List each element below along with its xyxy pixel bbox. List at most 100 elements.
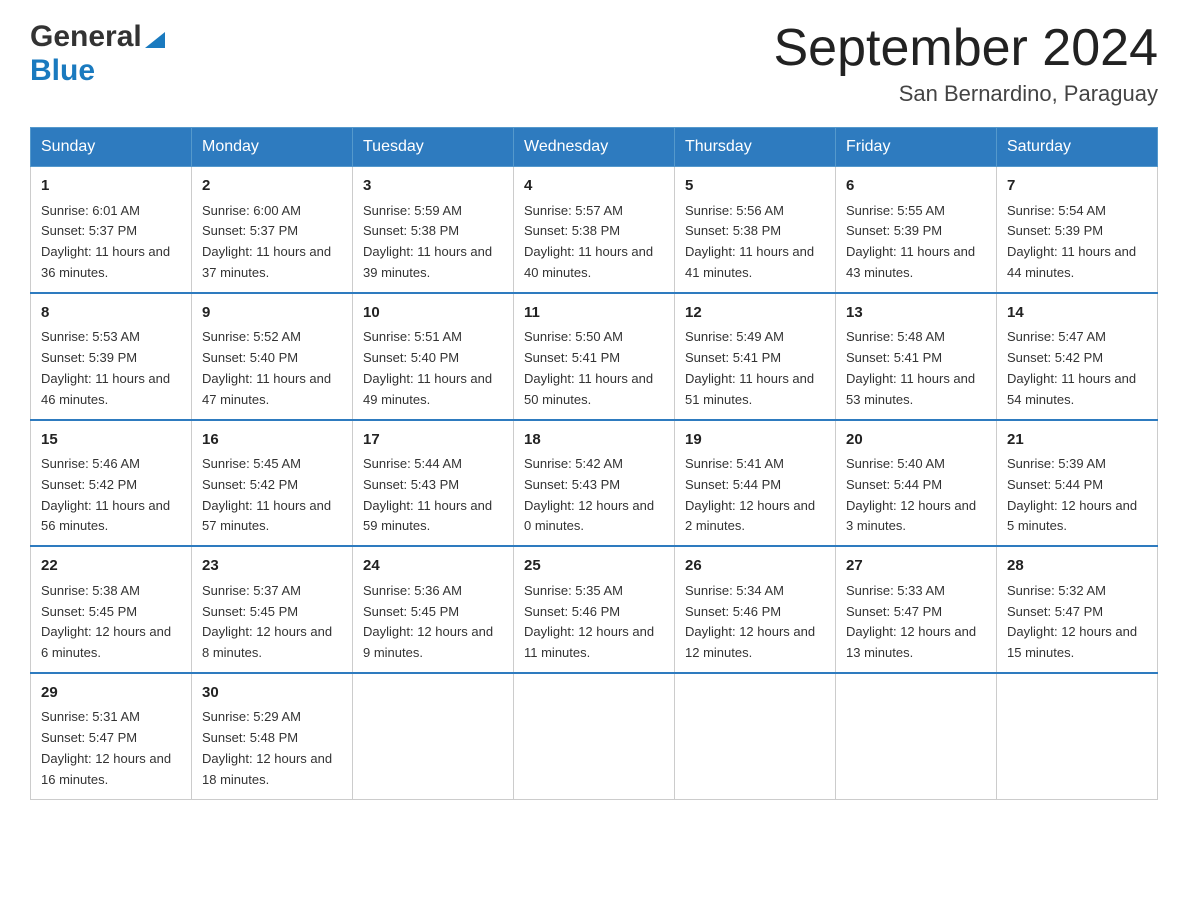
calendar-cell: 13Sunrise: 5:48 AMSunset: 5:41 PMDayligh…: [836, 293, 997, 420]
day-info: Sunrise: 5:48 AMSunset: 5:41 PMDaylight:…: [846, 327, 986, 410]
day-number: 9: [202, 302, 342, 325]
calendar-cell: [514, 673, 675, 799]
day-info: Sunrise: 5:39 AMSunset: 5:44 PMDaylight:…: [1007, 454, 1147, 537]
day-info: Sunrise: 5:59 AMSunset: 5:38 PMDaylight:…: [363, 201, 503, 284]
calendar-cell: 15Sunrise: 5:46 AMSunset: 5:42 PMDayligh…: [31, 420, 192, 547]
day-number: 21: [1007, 429, 1147, 452]
day-number: 10: [363, 302, 503, 325]
day-number: 27: [846, 555, 986, 578]
day-info: Sunrise: 5:32 AMSunset: 5:47 PMDaylight:…: [1007, 581, 1147, 664]
calendar-cell: 28 Sunrise: 5:32 AMSunset: 5:47 PMDayligh…: [997, 546, 1158, 673]
day-info: Sunrise: 5:35 AMSunset: 5:46 PMDaylight:…: [524, 581, 664, 664]
day-info: Sunrise: 5:40 AMSunset: 5:44 PMDaylight:…: [846, 454, 986, 537]
day-info: Sunrise: 5:42 AMSunset: 5:43 PMDaylight:…: [524, 454, 664, 537]
day-number: 28: [1007, 555, 1147, 578]
calendar-cell: [353, 673, 514, 799]
day-info: Sunrise: 6:00 AMSunset: 5:37 PMDaylight:…: [202, 201, 342, 284]
calendar-cell: 30Sunrise: 5:29 AMSunset: 5:48 PMDayligh…: [192, 673, 353, 799]
day-number: 1: [41, 175, 181, 198]
day-info: Sunrise: 5:57 AMSunset: 5:38 PMDaylight:…: [524, 201, 664, 284]
day-info: Sunrise: 5:41 AMSunset: 5:44 PMDaylight:…: [685, 454, 825, 537]
calendar-header-row: SundayMondayTuesdayWednesdayThursdayFrid…: [31, 128, 1158, 167]
calendar-week-row: 1 Sunrise: 6:01 AMSunset: 5:37 PMDaylight…: [31, 167, 1158, 293]
day-number: 16: [202, 429, 342, 452]
day-info: Sunrise: 5:52 AMSunset: 5:40 PMDaylight:…: [202, 327, 342, 410]
day-number: 20: [846, 429, 986, 452]
day-info: Sunrise: 5:55 AMSunset: 5:39 PMDaylight:…: [846, 201, 986, 284]
calendar-cell: 21Sunrise: 5:39 AMSunset: 5:44 PMDayligh…: [997, 420, 1158, 547]
calendar-cell: [997, 673, 1158, 799]
calendar-cell: 1 Sunrise: 6:01 AMSunset: 5:37 PMDaylight…: [31, 167, 192, 293]
calendar-cell: 29Sunrise: 5:31 AMSunset: 5:47 PMDayligh…: [31, 673, 192, 799]
day-number: 7: [1007, 175, 1147, 198]
day-info: Sunrise: 5:34 AMSunset: 5:46 PMDaylight:…: [685, 581, 825, 664]
day-info: Sunrise: 5:31 AMSunset: 5:47 PMDaylight:…: [41, 707, 181, 790]
calendar-cell: 14Sunrise: 5:47 AMSunset: 5:42 PMDayligh…: [997, 293, 1158, 420]
day-number: 5: [685, 175, 825, 198]
location-subtitle: San Bernardino, Paraguay: [774, 81, 1159, 107]
calendar-week-row: 8Sunrise: 5:53 AMSunset: 5:39 PMDaylight…: [31, 293, 1158, 420]
weekday-header-tuesday: Tuesday: [353, 128, 514, 167]
page-header: General Blue September 2024 San Bernardi…: [30, 20, 1158, 107]
day-number: 3: [363, 175, 503, 198]
calendar-cell: 7 Sunrise: 5:54 AMSunset: 5:39 PMDaylight…: [997, 167, 1158, 293]
day-number: 15: [41, 429, 181, 452]
day-number: 4: [524, 175, 664, 198]
day-info: Sunrise: 5:56 AMSunset: 5:38 PMDaylight:…: [685, 201, 825, 284]
calendar-cell: 3 Sunrise: 5:59 AMSunset: 5:38 PMDaylight…: [353, 167, 514, 293]
day-info: Sunrise: 5:37 AMSunset: 5:45 PMDaylight:…: [202, 581, 342, 664]
day-info: Sunrise: 5:36 AMSunset: 5:45 PMDaylight:…: [363, 581, 503, 664]
calendar-cell: 16Sunrise: 5:45 AMSunset: 5:42 PMDayligh…: [192, 420, 353, 547]
day-info: Sunrise: 6:01 AMSunset: 5:37 PMDaylight:…: [41, 201, 181, 284]
calendar-cell: 24 Sunrise: 5:36 AMSunset: 5:45 PMDayligh…: [353, 546, 514, 673]
calendar-cell: 10Sunrise: 5:51 AMSunset: 5:40 PMDayligh…: [353, 293, 514, 420]
calendar-cell: 11Sunrise: 5:50 AMSunset: 5:41 PMDayligh…: [514, 293, 675, 420]
calendar-cell: 17Sunrise: 5:44 AMSunset: 5:43 PMDayligh…: [353, 420, 514, 547]
calendar-cell: [675, 673, 836, 799]
weekday-header-saturday: Saturday: [997, 128, 1158, 167]
day-number: 22: [41, 555, 181, 578]
title-block: September 2024 San Bernardino, Paraguay: [774, 20, 1159, 107]
weekday-header-monday: Monday: [192, 128, 353, 167]
calendar-cell: 25Sunrise: 5:35 AMSunset: 5:46 PMDayligh…: [514, 546, 675, 673]
calendar-cell: [836, 673, 997, 799]
day-number: 29: [41, 682, 181, 705]
day-info: Sunrise: 5:54 AMSunset: 5:39 PMDaylight:…: [1007, 201, 1147, 284]
day-info: Sunrise: 5:53 AMSunset: 5:39 PMDaylight:…: [41, 327, 181, 410]
calendar-cell: 6 Sunrise: 5:55 AMSunset: 5:39 PMDaylight…: [836, 167, 997, 293]
day-number: 24: [363, 555, 503, 578]
day-number: 30: [202, 682, 342, 705]
day-info: Sunrise: 5:33 AMSunset: 5:47 PMDaylight:…: [846, 581, 986, 664]
day-info: Sunrise: 5:49 AMSunset: 5:41 PMDaylight:…: [685, 327, 825, 410]
weekday-header-sunday: Sunday: [31, 128, 192, 167]
day-info: Sunrise: 5:44 AMSunset: 5:43 PMDaylight:…: [363, 454, 503, 537]
logo-general-text: General: [30, 20, 142, 54]
logo-blue-text: Blue: [30, 54, 95, 87]
weekday-header-wednesday: Wednesday: [514, 128, 675, 167]
day-info: Sunrise: 5:50 AMSunset: 5:41 PMDaylight:…: [524, 327, 664, 410]
day-info: Sunrise: 5:46 AMSunset: 5:42 PMDaylight:…: [41, 454, 181, 537]
day-number: 8: [41, 302, 181, 325]
day-info: Sunrise: 5:38 AMSunset: 5:45 PMDaylight:…: [41, 581, 181, 664]
day-number: 14: [1007, 302, 1147, 325]
day-number: 2: [202, 175, 342, 198]
day-number: 26: [685, 555, 825, 578]
calendar-cell: 4 Sunrise: 5:57 AMSunset: 5:38 PMDaylight…: [514, 167, 675, 293]
day-info: Sunrise: 5:45 AMSunset: 5:42 PMDaylight:…: [202, 454, 342, 537]
calendar-cell: 26 Sunrise: 5:34 AMSunset: 5:46 PMDayligh…: [675, 546, 836, 673]
weekday-header-thursday: Thursday: [675, 128, 836, 167]
calendar-table: SundayMondayTuesdayWednesdayThursdayFrid…: [30, 127, 1158, 799]
logo: General Blue: [30, 20, 165, 88]
calendar-cell: 23 Sunrise: 5:37 AMSunset: 5:45 PMDayligh…: [192, 546, 353, 673]
month-year-title: September 2024: [774, 20, 1159, 77]
calendar-cell: 19Sunrise: 5:41 AMSunset: 5:44 PMDayligh…: [675, 420, 836, 547]
calendar-cell: 27 Sunrise: 5:33 AMSunset: 5:47 PMDayligh…: [836, 546, 997, 673]
calendar-week-row: 15Sunrise: 5:46 AMSunset: 5:42 PMDayligh…: [31, 420, 1158, 547]
day-number: 23: [202, 555, 342, 578]
calendar-cell: 12Sunrise: 5:49 AMSunset: 5:41 PMDayligh…: [675, 293, 836, 420]
day-number: 13: [846, 302, 986, 325]
day-number: 6: [846, 175, 986, 198]
calendar-cell: 2 Sunrise: 6:00 AMSunset: 5:37 PMDaylight…: [192, 167, 353, 293]
calendar-cell: 18Sunrise: 5:42 AMSunset: 5:43 PMDayligh…: [514, 420, 675, 547]
day-info: Sunrise: 5:47 AMSunset: 5:42 PMDaylight:…: [1007, 327, 1147, 410]
